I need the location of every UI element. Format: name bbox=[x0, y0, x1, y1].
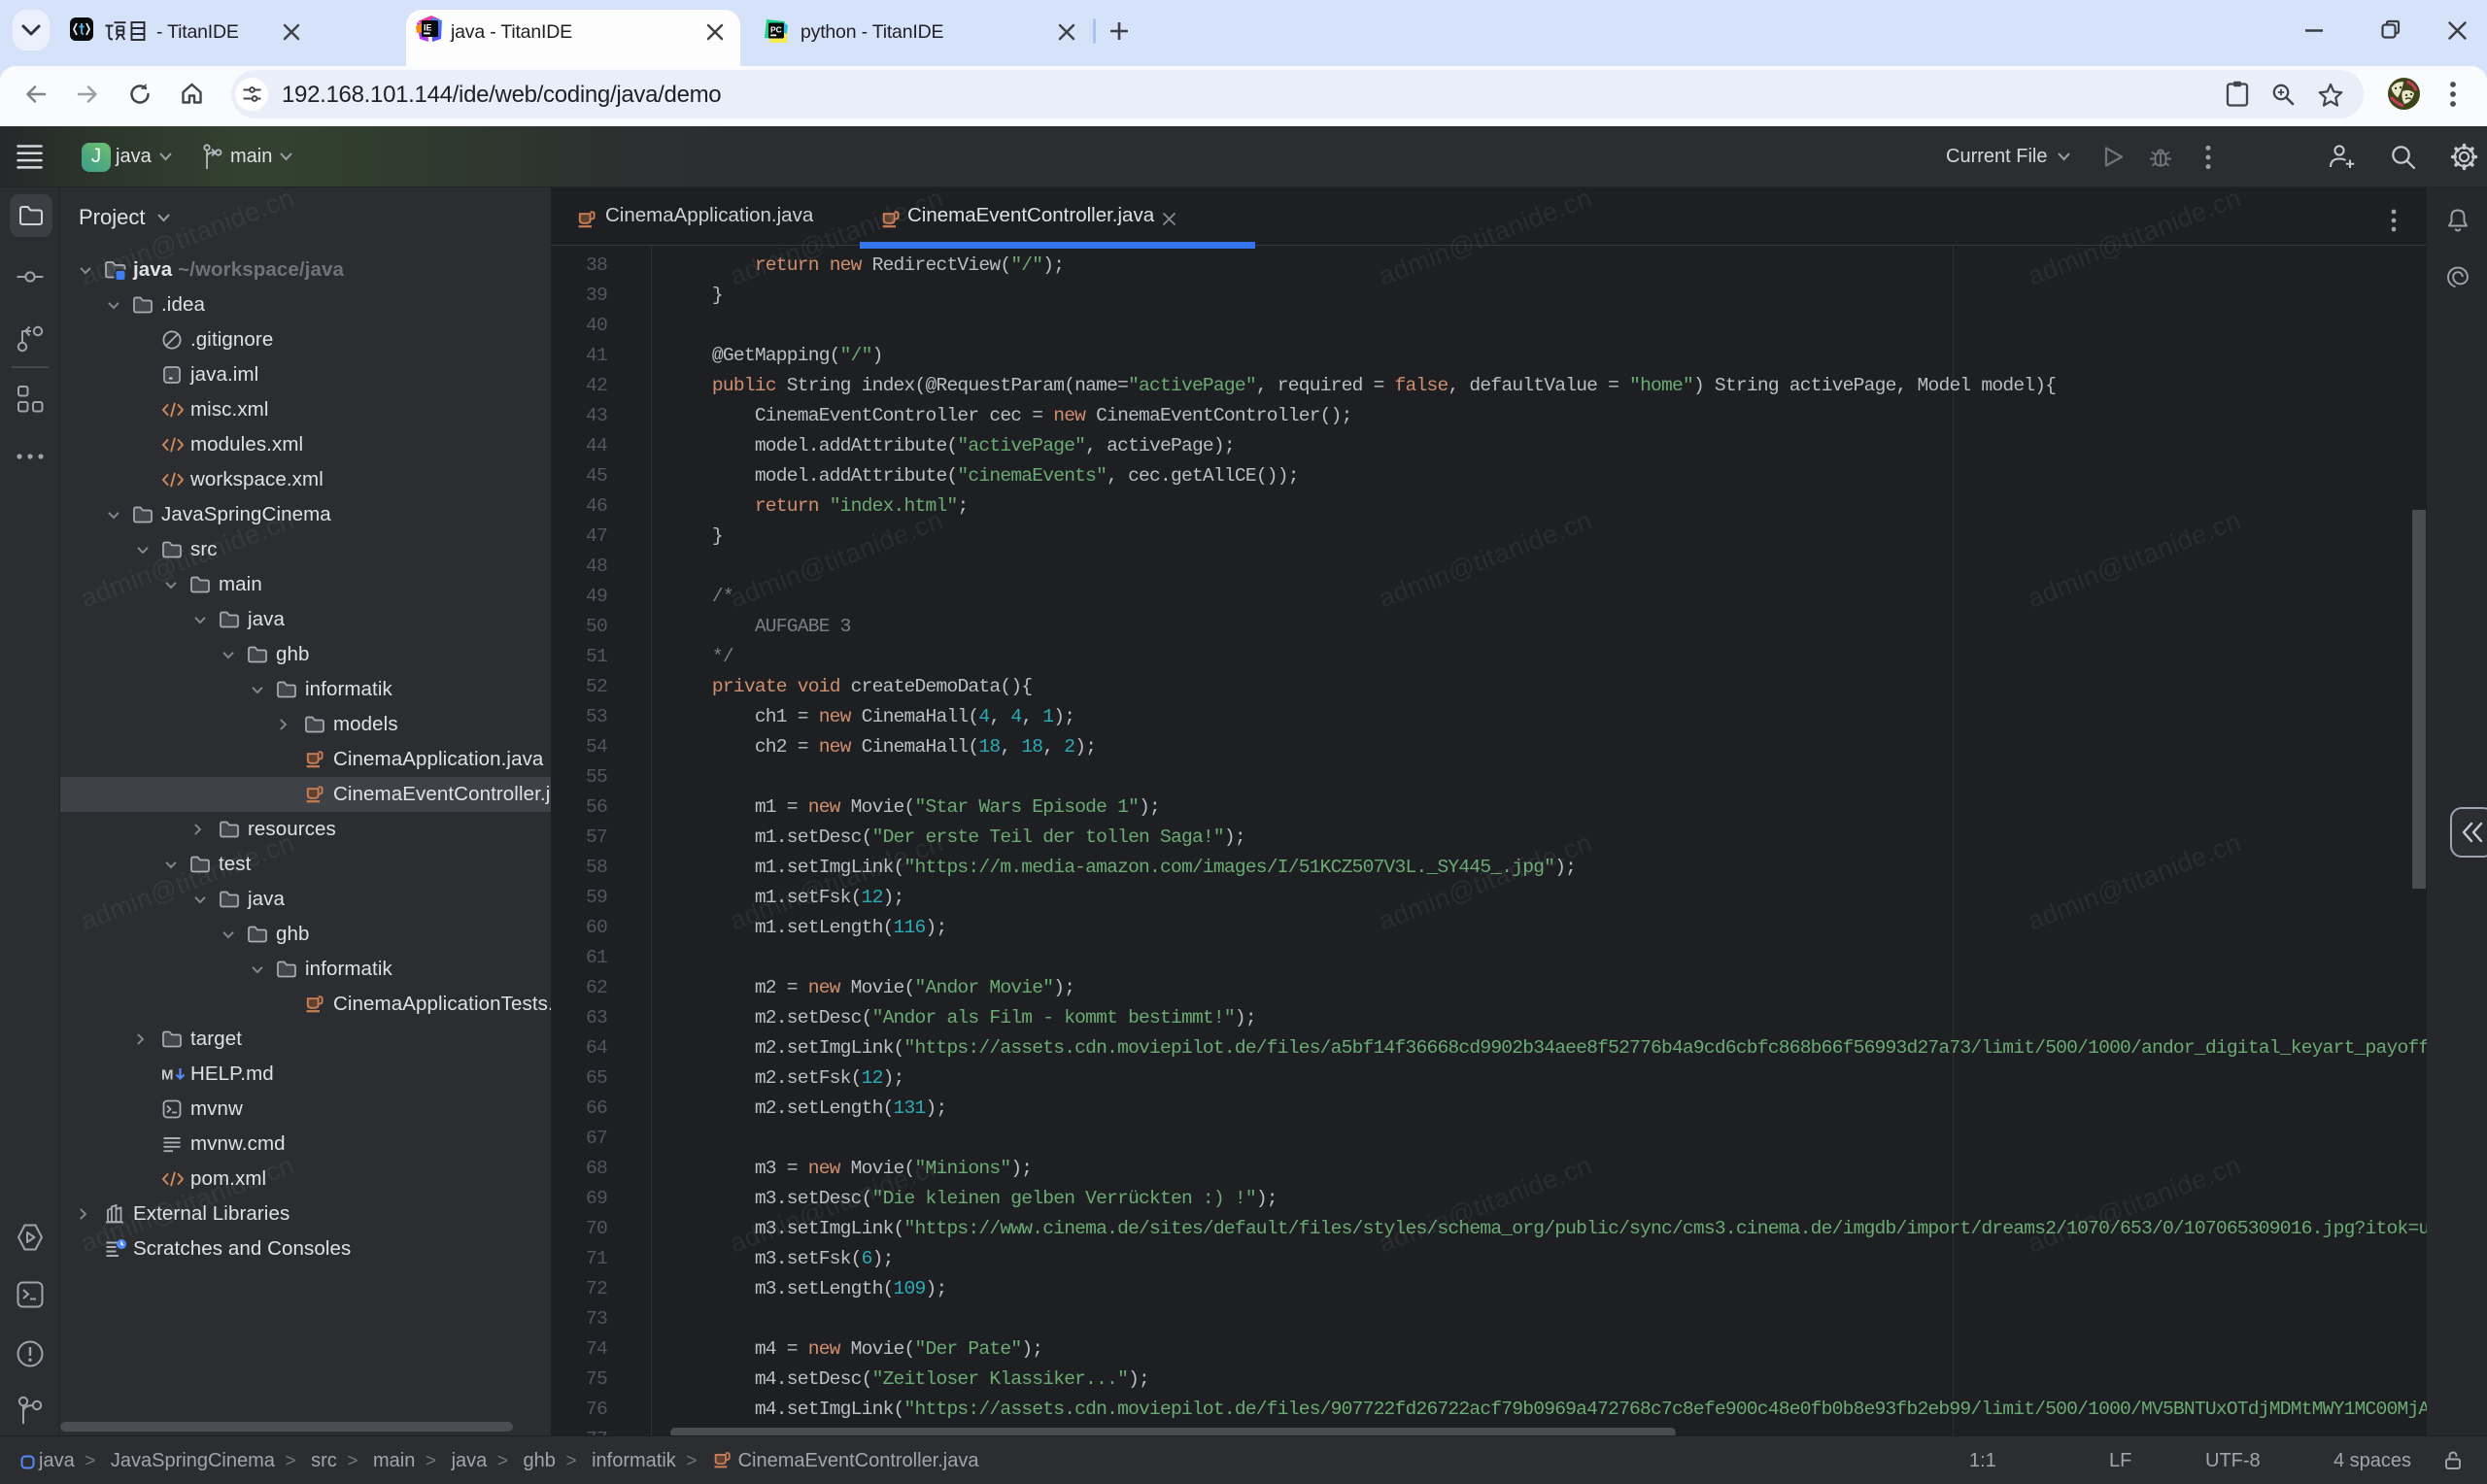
svg-text:PC: PC bbox=[770, 25, 782, 35]
svg-text:M: M bbox=[161, 1067, 174, 1084]
svg-text:IE: IE bbox=[424, 23, 432, 33]
